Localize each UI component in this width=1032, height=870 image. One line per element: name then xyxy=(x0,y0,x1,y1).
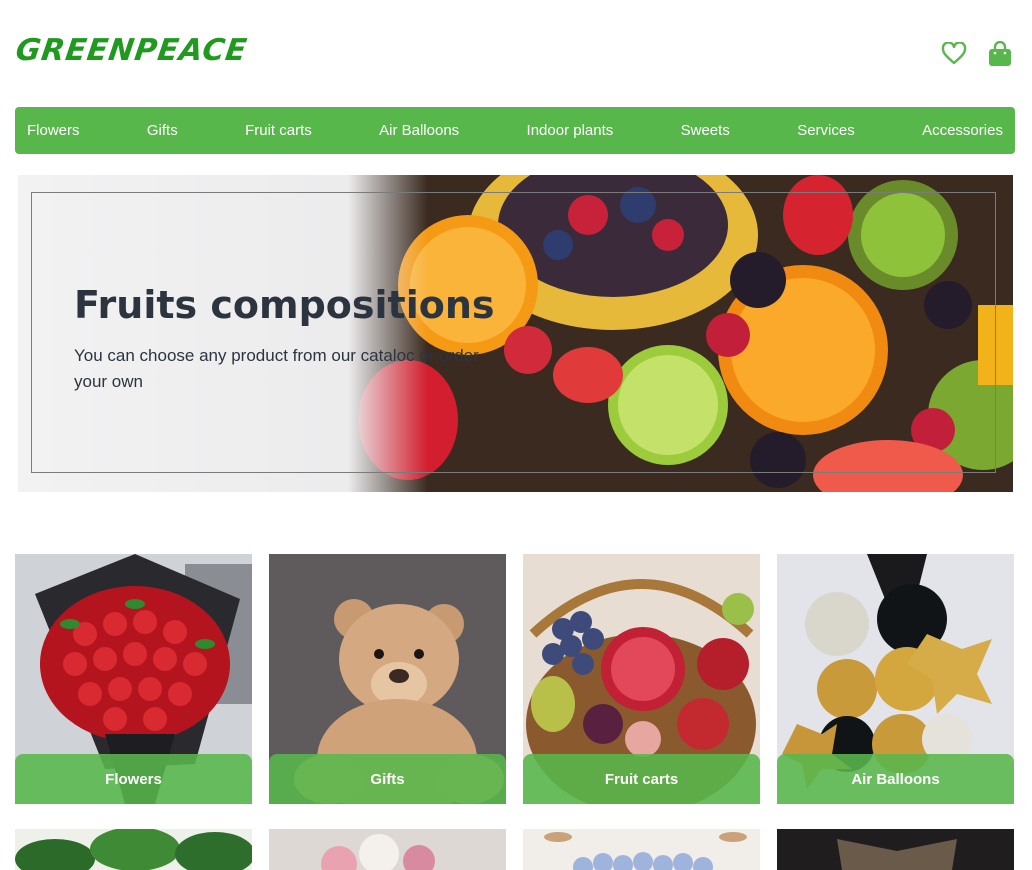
category-card-gifts[interactable]: Gifts xyxy=(269,554,506,804)
nav-item-flowers[interactable]: Flowers xyxy=(27,122,80,139)
main-nav: Flowers Gifts Fruit carts Air Balloons I… xyxy=(15,107,1015,154)
heart-icon[interactable] xyxy=(940,40,968,68)
hero-banner[interactable]: Fruits compositions You can choose any p… xyxy=(18,175,1013,492)
category-label: Air Balloons xyxy=(777,754,1014,804)
nav-item-services[interactable]: Services xyxy=(797,122,855,139)
category-card-partial[interactable] xyxy=(777,829,1014,870)
nav-item-fruit-carts[interactable]: Fruit carts xyxy=(245,122,312,139)
nav-item-gifts[interactable]: Gifts xyxy=(147,122,178,139)
sweets-image xyxy=(269,829,506,870)
hero-title: Fruits compositions xyxy=(74,283,495,327)
plant-image xyxy=(15,829,252,870)
nav-item-indoor-plants[interactable]: Indoor plants xyxy=(527,122,614,139)
hero-subtitle: You can choose any product from our cata… xyxy=(74,346,479,391)
category-card-partial[interactable] xyxy=(15,829,252,870)
logo[interactable]: GREENPEACE xyxy=(14,33,250,68)
category-label: Flowers xyxy=(15,754,252,804)
category-card-flowers[interactable]: Flowers xyxy=(15,554,252,804)
category-card-air-balloons[interactable]: Air Balloons xyxy=(777,554,1014,804)
nav-item-air-balloons[interactable]: Air Balloons xyxy=(379,122,459,139)
category-label: Fruit carts xyxy=(523,754,760,804)
nav-item-sweets[interactable]: Sweets xyxy=(681,122,730,139)
decor-balloons-image xyxy=(523,829,760,870)
shopping-bag-icon[interactable] xyxy=(986,40,1014,68)
category-label: Gifts xyxy=(269,754,506,804)
accessories-image xyxy=(777,829,1014,870)
category-card-partial[interactable] xyxy=(523,829,760,870)
nav-item-accessories[interactable]: Accessories xyxy=(922,122,1003,139)
hero-fruit-image xyxy=(348,175,1013,492)
category-card-partial[interactable] xyxy=(269,829,506,870)
category-card-fruit-carts[interactable]: Fruit carts xyxy=(523,554,760,804)
header-actions xyxy=(940,40,1014,68)
